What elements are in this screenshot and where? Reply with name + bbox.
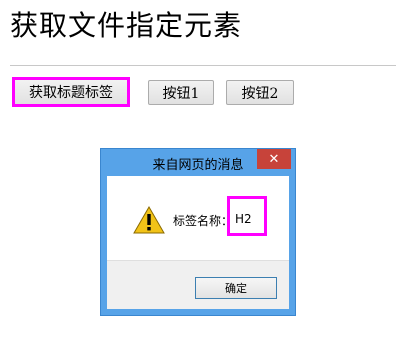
ok-button[interactable]: 确定 — [195, 277, 277, 299]
get-tag-button[interactable]: 获取标题标签 — [12, 77, 130, 107]
warning-icon — [133, 206, 165, 234]
dialog-body: 标签名称： H2 确定 — [107, 176, 289, 309]
message-label: 标签名称： — [173, 214, 234, 228]
button-1[interactable]: 按钮1 — [148, 80, 214, 105]
button-2[interactable]: 按钮2 — [226, 80, 294, 105]
close-icon[interactable]: ✕ — [257, 149, 291, 169]
divider — [10, 65, 396, 66]
alert-dialog: 来自网页的消息 ✕ 标签名称： H2 确定 — [100, 148, 296, 316]
dialog-titlebar[interactable]: 来自网页的消息 ✕ — [101, 149, 295, 175]
highlight-box — [227, 196, 267, 236]
page-title: 获取文件指定元素 — [10, 9, 243, 42]
